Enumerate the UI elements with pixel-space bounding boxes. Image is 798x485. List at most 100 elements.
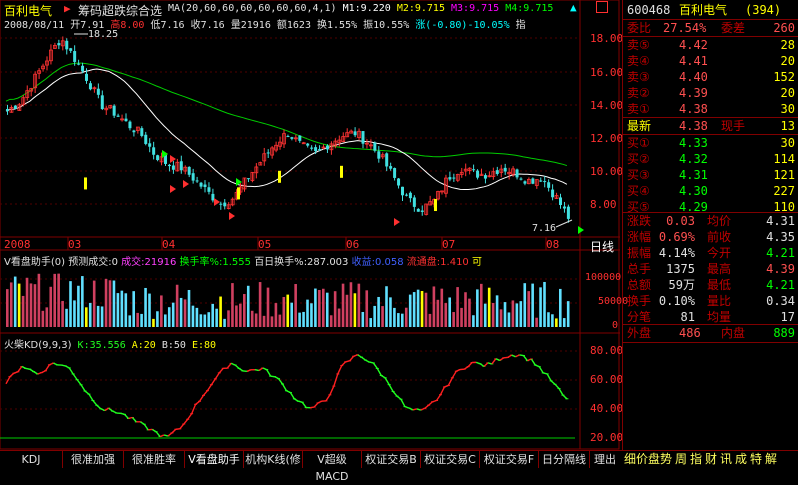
bid-row[interactable]: 买④4.30227	[623, 183, 798, 199]
kd-segment	[219, 368, 223, 373]
header-turnover: 换1.55%	[317, 20, 357, 31]
volume-bar	[444, 303, 447, 327]
period-label[interactable]: 日线	[590, 238, 614, 255]
candle-body	[6, 109, 9, 111]
chart-area[interactable]: 百利电气 ▶ 筹码超跌综合选 MA(20,60,60,60,60,60,60,4…	[0, 0, 620, 450]
bid-row[interactable]: 买①4.3330	[623, 135, 798, 151]
volume-bar	[413, 292, 416, 327]
ask-label: 卖①	[627, 101, 650, 117]
stat-label: 换手	[627, 293, 651, 309]
right-tab[interactable]: 特	[750, 451, 762, 468]
volume-bar	[227, 310, 230, 327]
volume-bar	[109, 280, 112, 327]
ask-row[interactable]: 卖②4.3920	[623, 85, 798, 101]
stat-label: 分笔	[627, 309, 651, 325]
volume-bar	[69, 281, 72, 327]
volume-bar	[433, 286, 436, 327]
tab-qz-c[interactable]: 权证交易C	[421, 451, 480, 468]
volume-bar	[551, 314, 554, 327]
bid-volume: 30	[781, 135, 795, 151]
tab-qz-f[interactable]: 权证交易F	[480, 451, 539, 468]
candle-body	[452, 178, 455, 179]
volume-bar	[97, 306, 100, 327]
volume-bar	[346, 295, 349, 327]
right-tab[interactable]: 讯	[720, 451, 732, 468]
kd-segment	[437, 395, 441, 401]
candle-body	[373, 143, 376, 151]
ask-price: 4.42	[679, 37, 708, 53]
right-tab[interactable]: 指	[690, 451, 702, 468]
right-tab[interactable]: 成	[735, 451, 747, 468]
candle-body	[417, 209, 420, 212]
volume-bar	[362, 312, 365, 327]
tab-jgkx[interactable]: 机构K线(修	[244, 451, 303, 468]
tab-hz-jq[interactable]: 很准加强	[63, 451, 124, 468]
stat-value: 17	[781, 309, 795, 325]
bid-label: 买①	[627, 135, 650, 151]
bid-row[interactable]: 买②4.32114	[623, 151, 798, 167]
right-tab[interactable]: 解	[765, 451, 777, 468]
bid-price: 4.31	[679, 167, 708, 183]
right-tab[interactable]: 细价盘	[624, 451, 660, 468]
tab-rfg[interactable]: 日分隔线	[539, 451, 590, 468]
volume-bar	[10, 282, 13, 327]
volume-bar	[322, 289, 325, 327]
ask-row[interactable]: 卖③4.40152	[623, 69, 798, 85]
candle-body	[223, 203, 226, 207]
bid-volume: 114	[773, 151, 795, 167]
tab-macd[interactable]: V超级MACD	[303, 451, 362, 468]
right-tab[interactable]: 势	[660, 451, 672, 468]
kd-segment	[547, 374, 551, 381]
tab-kdj[interactable]: KDJ	[0, 451, 63, 468]
stat-value: 4.35	[766, 229, 795, 245]
right-tab[interactable]: 周	[675, 451, 687, 468]
ask-row[interactable]: 卖①4.3830	[623, 101, 798, 117]
volume-bar	[117, 293, 120, 327]
volume-bar	[188, 290, 191, 327]
volume-bar	[6, 289, 9, 327]
volume-bar	[46, 307, 49, 327]
volume-bar	[472, 315, 475, 327]
volume-bar	[437, 300, 440, 327]
candle-body	[413, 197, 416, 206]
ask-volume: 20	[781, 53, 795, 69]
kd-segment	[279, 379, 283, 384]
ask-price: 4.40	[679, 69, 708, 85]
candle-body	[448, 177, 451, 179]
ask-row[interactable]: 卖⑤4.4228	[623, 37, 798, 53]
tab-lc[interactable]: 理出	[590, 451, 620, 468]
candle-body	[65, 41, 68, 50]
right-tab[interactable]: 财	[705, 451, 717, 468]
volume-bar	[401, 314, 404, 327]
volume-bar	[354, 293, 357, 327]
scroll-up-icon[interactable]: ▲	[570, 1, 577, 14]
candle-body	[547, 182, 550, 188]
volume-bar	[65, 309, 68, 327]
candle-body	[523, 181, 526, 183]
tab-hz-sl[interactable]: 很准胜率	[124, 451, 185, 468]
ask-row[interactable]: 卖④4.4120	[623, 53, 798, 69]
close-icon[interactable]	[596, 1, 608, 13]
candle-body	[472, 169, 475, 170]
tab-qz-b[interactable]: 权证交易B	[362, 451, 421, 468]
volume-bar	[302, 312, 305, 327]
candle-body	[409, 193, 412, 198]
volume-title[interactable]: V看盘助手(0)	[4, 257, 65, 268]
stat-label: 总额	[627, 277, 651, 293]
ask-volume: 30	[781, 101, 795, 117]
price-tick: 14.00	[590, 99, 623, 112]
play-icon[interactable]: ▶	[64, 2, 71, 15]
volume-bar	[421, 291, 424, 327]
tab-vkp[interactable]: V看盘助手	[185, 451, 244, 468]
ask-price: 4.41	[679, 53, 708, 69]
volume-bar	[397, 313, 400, 327]
bid-row[interactable]: 买③4.31121	[623, 167, 798, 183]
kd-segment	[314, 403, 318, 407]
signal-candle	[84, 177, 87, 189]
volume-bar	[520, 301, 523, 327]
volume-bar	[547, 312, 550, 327]
sell-marker	[229, 212, 235, 220]
candle-body	[73, 51, 76, 62]
kd-title[interactable]: 火柴KD(9,9,3)	[4, 340, 72, 351]
price-chart-svg[interactable]	[0, 0, 620, 450]
